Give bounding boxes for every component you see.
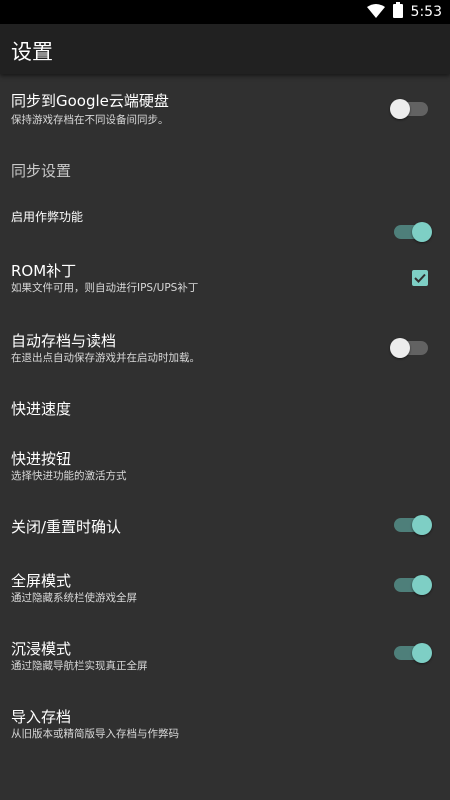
setting-fullscreen[interactable]: 全屏模式 通过隐藏系统栏使游戏全屏 [0,562,450,630]
setting-immersive[interactable]: 沉浸模式 通过隐藏导航栏实现真正全屏 [0,630,450,698]
setting-subtitle: 在退出点自动保存游戏并在启动时加载。 [11,352,200,364]
setting-subtitle: 选择快进功能的激活方式 [11,470,127,482]
immersive-switch[interactable] [394,643,432,663]
setting-subtitle: 从旧版本或精简版导入存档与作弊码 [11,728,179,740]
setting-subtitle: 如果文件可用，则自动进行IPS/UPS补丁 [11,282,199,294]
setting-auto-save[interactable]: 自动存档与读档 在退出点自动保存游戏并在启动时加载。 [0,322,450,390]
setting-ff-speed[interactable]: 快进速度 [0,390,450,440]
wifi-icon [366,3,385,22]
status-time: 5:53 [410,4,442,20]
setting-title: 自动存档与读档 [11,332,117,350]
setting-title: 全屏模式 [11,572,72,590]
status-bar: 5:53 [0,0,450,24]
setting-title: 沉浸模式 [11,640,72,658]
status-icons: 5:53 [366,0,442,24]
setting-cheats[interactable]: 启用作弊功能 [0,194,450,252]
setting-title: ROM补丁 [11,262,77,280]
confirm-close-switch[interactable] [394,515,432,535]
setting-title: 启用作弊功能 [11,210,84,224]
setting-import-saves[interactable]: 导入存档 从旧版本或精简版导入存档与作弊码 [0,698,450,766]
cheats-switch[interactable] [394,222,432,242]
setting-subtitle: 通过隐藏导航栏实现真正全屏 [11,660,148,672]
setting-title: 同步到Google云端硬盘 [11,92,169,110]
battery-icon [392,2,403,22]
setting-rom-patch[interactable]: ROM补丁 如果文件可用，则自动进行IPS/UPS补丁 [0,252,450,322]
setting-title: 快进速度 [11,400,72,418]
setting-title: 关闭/重置时确认 [11,518,122,536]
setting-title: 导入存档 [11,708,72,726]
setting-title: 快进按钮 [11,450,72,468]
setting-sync-drive[interactable]: 同步到Google云端硬盘 保持游戏存档在不同设备间同步。 [0,74,450,142]
setting-sync-settings[interactable]: 同步设置 [0,142,450,194]
setting-subtitle: 通过隐藏系统栏使游戏全屏 [11,592,137,604]
rom-patch-checkbox[interactable] [412,270,428,286]
auto-save-switch[interactable] [390,338,428,358]
sync-drive-switch[interactable] [390,99,428,119]
setting-ff-button[interactable]: 快进按钮 选择快进功能的激活方式 [0,440,450,508]
app-bar: 设置 [0,24,450,74]
setting-confirm-close[interactable]: 关闭/重置时确认 [0,508,450,562]
fullscreen-switch[interactable] [394,575,432,595]
setting-title: 同步设置 [11,162,72,180]
page-title: 设置 [11,40,53,64]
setting-subtitle: 保持游戏存档在不同设备间同步。 [11,114,169,126]
